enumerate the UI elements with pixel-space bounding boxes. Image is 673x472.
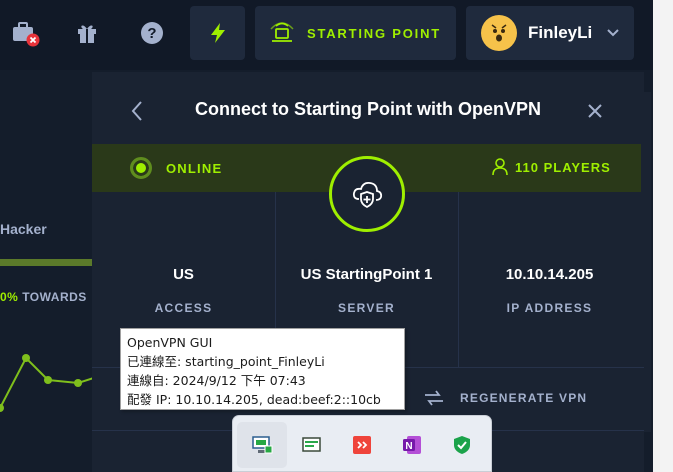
rank-label: Hacker — [0, 221, 47, 237]
vpn-desk-icon — [270, 22, 294, 42]
server-column: US StartingPoint 1 SERVER — [275, 266, 458, 315]
user-icon — [492, 158, 508, 176]
network-monitor-icon — [302, 437, 321, 452]
players-label: 110 PLAYERS — [515, 159, 611, 175]
regenerate-vpn-label: REGENERATE VPN — [460, 391, 588, 405]
starting-point-label: STARTING POINT — [307, 25, 442, 41]
server-value: US StartingPoint 1 — [300, 266, 433, 283]
tray-network-monitor[interactable] — [287, 422, 337, 468]
onenote-icon: N — [403, 436, 421, 454]
user-menu-button[interactable]: FinleyLi — [466, 6, 634, 60]
tray-openvpn[interactable] — [237, 422, 287, 468]
towards-label: TOWARDS — [22, 290, 87, 304]
tooltip-connected-to: 已連線至: starting_point_FinleyLi — [127, 354, 325, 369]
ip-value: 10.10.14.205 — [505, 266, 594, 283]
panel-title: Connect to Starting Point with OpenVPN — [195, 99, 541, 119]
starting-point-button[interactable]: STARTING POINT — [255, 6, 456, 60]
activity-sparkline — [0, 354, 100, 412]
tray-onenote[interactable]: N — [387, 422, 437, 468]
towards-percent: 0% — [0, 290, 19, 304]
top-bar: ? STARTING POINT FinleyLi — [0, 0, 653, 70]
online-status-icon — [130, 157, 152, 179]
tooltip-connected-since: 連線自: 2024/9/12 下午 07:43 — [127, 373, 306, 388]
panel-header: Connect to Starting Point with OpenVPN — [92, 72, 644, 142]
anydesk-icon — [353, 436, 371, 454]
server-label: SERVER — [338, 301, 395, 315]
scrollbar[interactable] — [644, 92, 651, 432]
cloud-shield-icon — [352, 181, 383, 209]
access-column: US ACCESS — [92, 266, 275, 315]
tooltip-assigned-ip: 配發 IP: 10.10.14.205, dead:beef:2::10cb — [127, 392, 381, 407]
bolt-icon — [210, 23, 225, 43]
user-name: FinleyLi — [528, 23, 593, 42]
access-value: US — [173, 266, 194, 283]
vpn-connect-panel: Connect to Starting Point with OpenVPN O… — [92, 72, 644, 472]
ip-label: IP ADDRESS — [506, 301, 593, 315]
rank-progress-bar — [0, 259, 92, 266]
system-tray-overflow: N — [232, 415, 492, 472]
openvpn-tooltip: OpenVPN GUI 已連線至: starting_point_FinleyL… — [120, 328, 405, 410]
towards-text: 0% TOWARDS — [0, 290, 87, 304]
vpn-shield-badge — [329, 156, 405, 232]
svg-text:?: ? — [147, 25, 156, 42]
toolbox-alert-icon[interactable] — [10, 17, 42, 49]
regenerate-vpn-button[interactable]: REGENERATE VPN — [422, 388, 587, 408]
avatar — [481, 15, 517, 51]
bolt-button[interactable] — [190, 6, 245, 60]
ip-column: 10.10.14.205 IP ADDRESS — [458, 266, 641, 315]
window-edge — [653, 0, 673, 472]
chevron-down-icon — [607, 29, 619, 37]
svg-text:N: N — [405, 441, 412, 452]
tray-anydesk[interactable] — [337, 422, 387, 468]
gift-icon[interactable] — [71, 17, 103, 49]
access-label: ACCESS — [154, 301, 213, 315]
online-status-label: ONLINE — [166, 161, 223, 176]
tray-security[interactable] — [437, 422, 487, 468]
players-count: 110 PLAYERS — [492, 158, 611, 176]
security-shield-icon — [454, 436, 470, 454]
tooltip-title: OpenVPN GUI — [127, 335, 213, 350]
help-icon[interactable]: ? — [136, 17, 168, 49]
openvpn-connected-icon — [252, 436, 273, 454]
refresh-arrows-icon — [425, 390, 443, 406]
close-icon[interactable] — [587, 103, 603, 119]
